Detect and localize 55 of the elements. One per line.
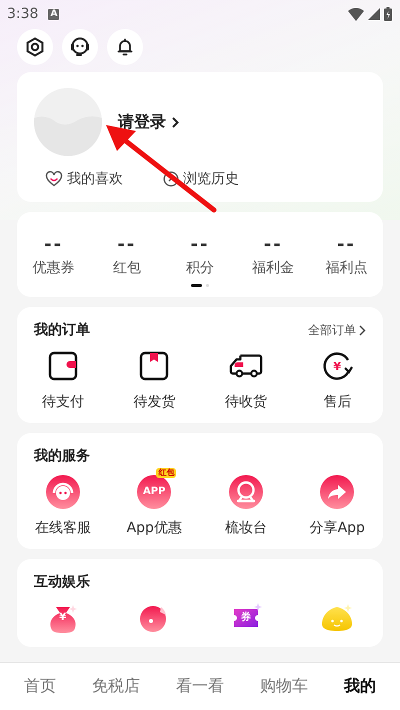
heart-icon	[45, 171, 63, 187]
stat-value: --	[190, 234, 210, 255]
bell-icon[interactable]	[115, 37, 135, 57]
battery-icon	[384, 7, 392, 21]
view-all-link[interactable]: 全部订单	[308, 322, 366, 338]
clock-icon	[163, 171, 179, 187]
menu-item[interactable]: 梳妆台	[224, 519, 267, 537]
section-title: 我的服务	[34, 447, 90, 465]
menu-item[interactable]: App优惠	[126, 519, 182, 537]
settings-icon[interactable]	[25, 37, 45, 57]
headset-icon	[46, 475, 80, 509]
status-time: 3:38	[7, 6, 38, 22]
stat-value: --	[264, 234, 283, 255]
app-icon	[137, 475, 172, 509]
refund-icon	[321, 350, 354, 382]
notification-badge: A	[48, 8, 60, 20]
menu-item[interactable]: 分享App	[310, 519, 365, 537]
stat-label[interactable]: 优惠券	[32, 259, 75, 277]
mirror-icon	[228, 475, 263, 509]
profile-link[interactable]: 我的喜欢	[67, 170, 123, 188]
tab[interactable]: 首页	[18, 672, 62, 701]
wallet-icon	[48, 351, 78, 381]
stat-label[interactable]: 红包	[112, 259, 141, 277]
tab[interactable]: 免税店	[86, 672, 146, 701]
icon-label: APP	[143, 487, 166, 497]
tab[interactable]: 购物车	[254, 672, 314, 701]
wifi-icon	[348, 8, 364, 20]
stat-label[interactable]: 积分	[186, 259, 214, 277]
profile-link[interactable]: 浏览历史	[183, 170, 239, 188]
icon-label: 券	[240, 613, 251, 623]
menu-item[interactable]: 待收货	[224, 393, 267, 411]
stat-value: --	[336, 234, 356, 255]
chevron-icon	[172, 116, 179, 128]
menu-item[interactable]: 待支付	[42, 393, 84, 411]
login-button[interactable]: 请登录	[118, 112, 179, 132]
menu-item[interactable]: 在线客服	[34, 519, 91, 537]
support-icon[interactable]	[69, 36, 91, 58]
icon-label: ¥	[333, 360, 342, 372]
icon-label: ¥	[59, 613, 66, 623]
badge: 红包	[156, 468, 176, 478]
stat-label[interactable]: 福利金	[252, 259, 294, 277]
signal-icon	[368, 8, 380, 20]
chevron-icon	[359, 324, 366, 336]
stat-label[interactable]: 福利点	[325, 259, 368, 277]
menu-item[interactable]: 售后	[323, 393, 352, 411]
truck-icon	[228, 352, 263, 380]
tab[interactable]: 看一看	[170, 672, 230, 701]
stat-value: --	[44, 234, 64, 255]
stat-value: --	[117, 234, 136, 255]
tab[interactable]: 我的	[338, 672, 382, 701]
share-icon	[320, 475, 354, 509]
menu-item[interactable]: 待发货	[133, 393, 176, 411]
box-icon	[139, 351, 170, 381]
section-title: 我的订单	[34, 321, 90, 339]
section-title: 互动娱乐	[34, 573, 90, 591]
